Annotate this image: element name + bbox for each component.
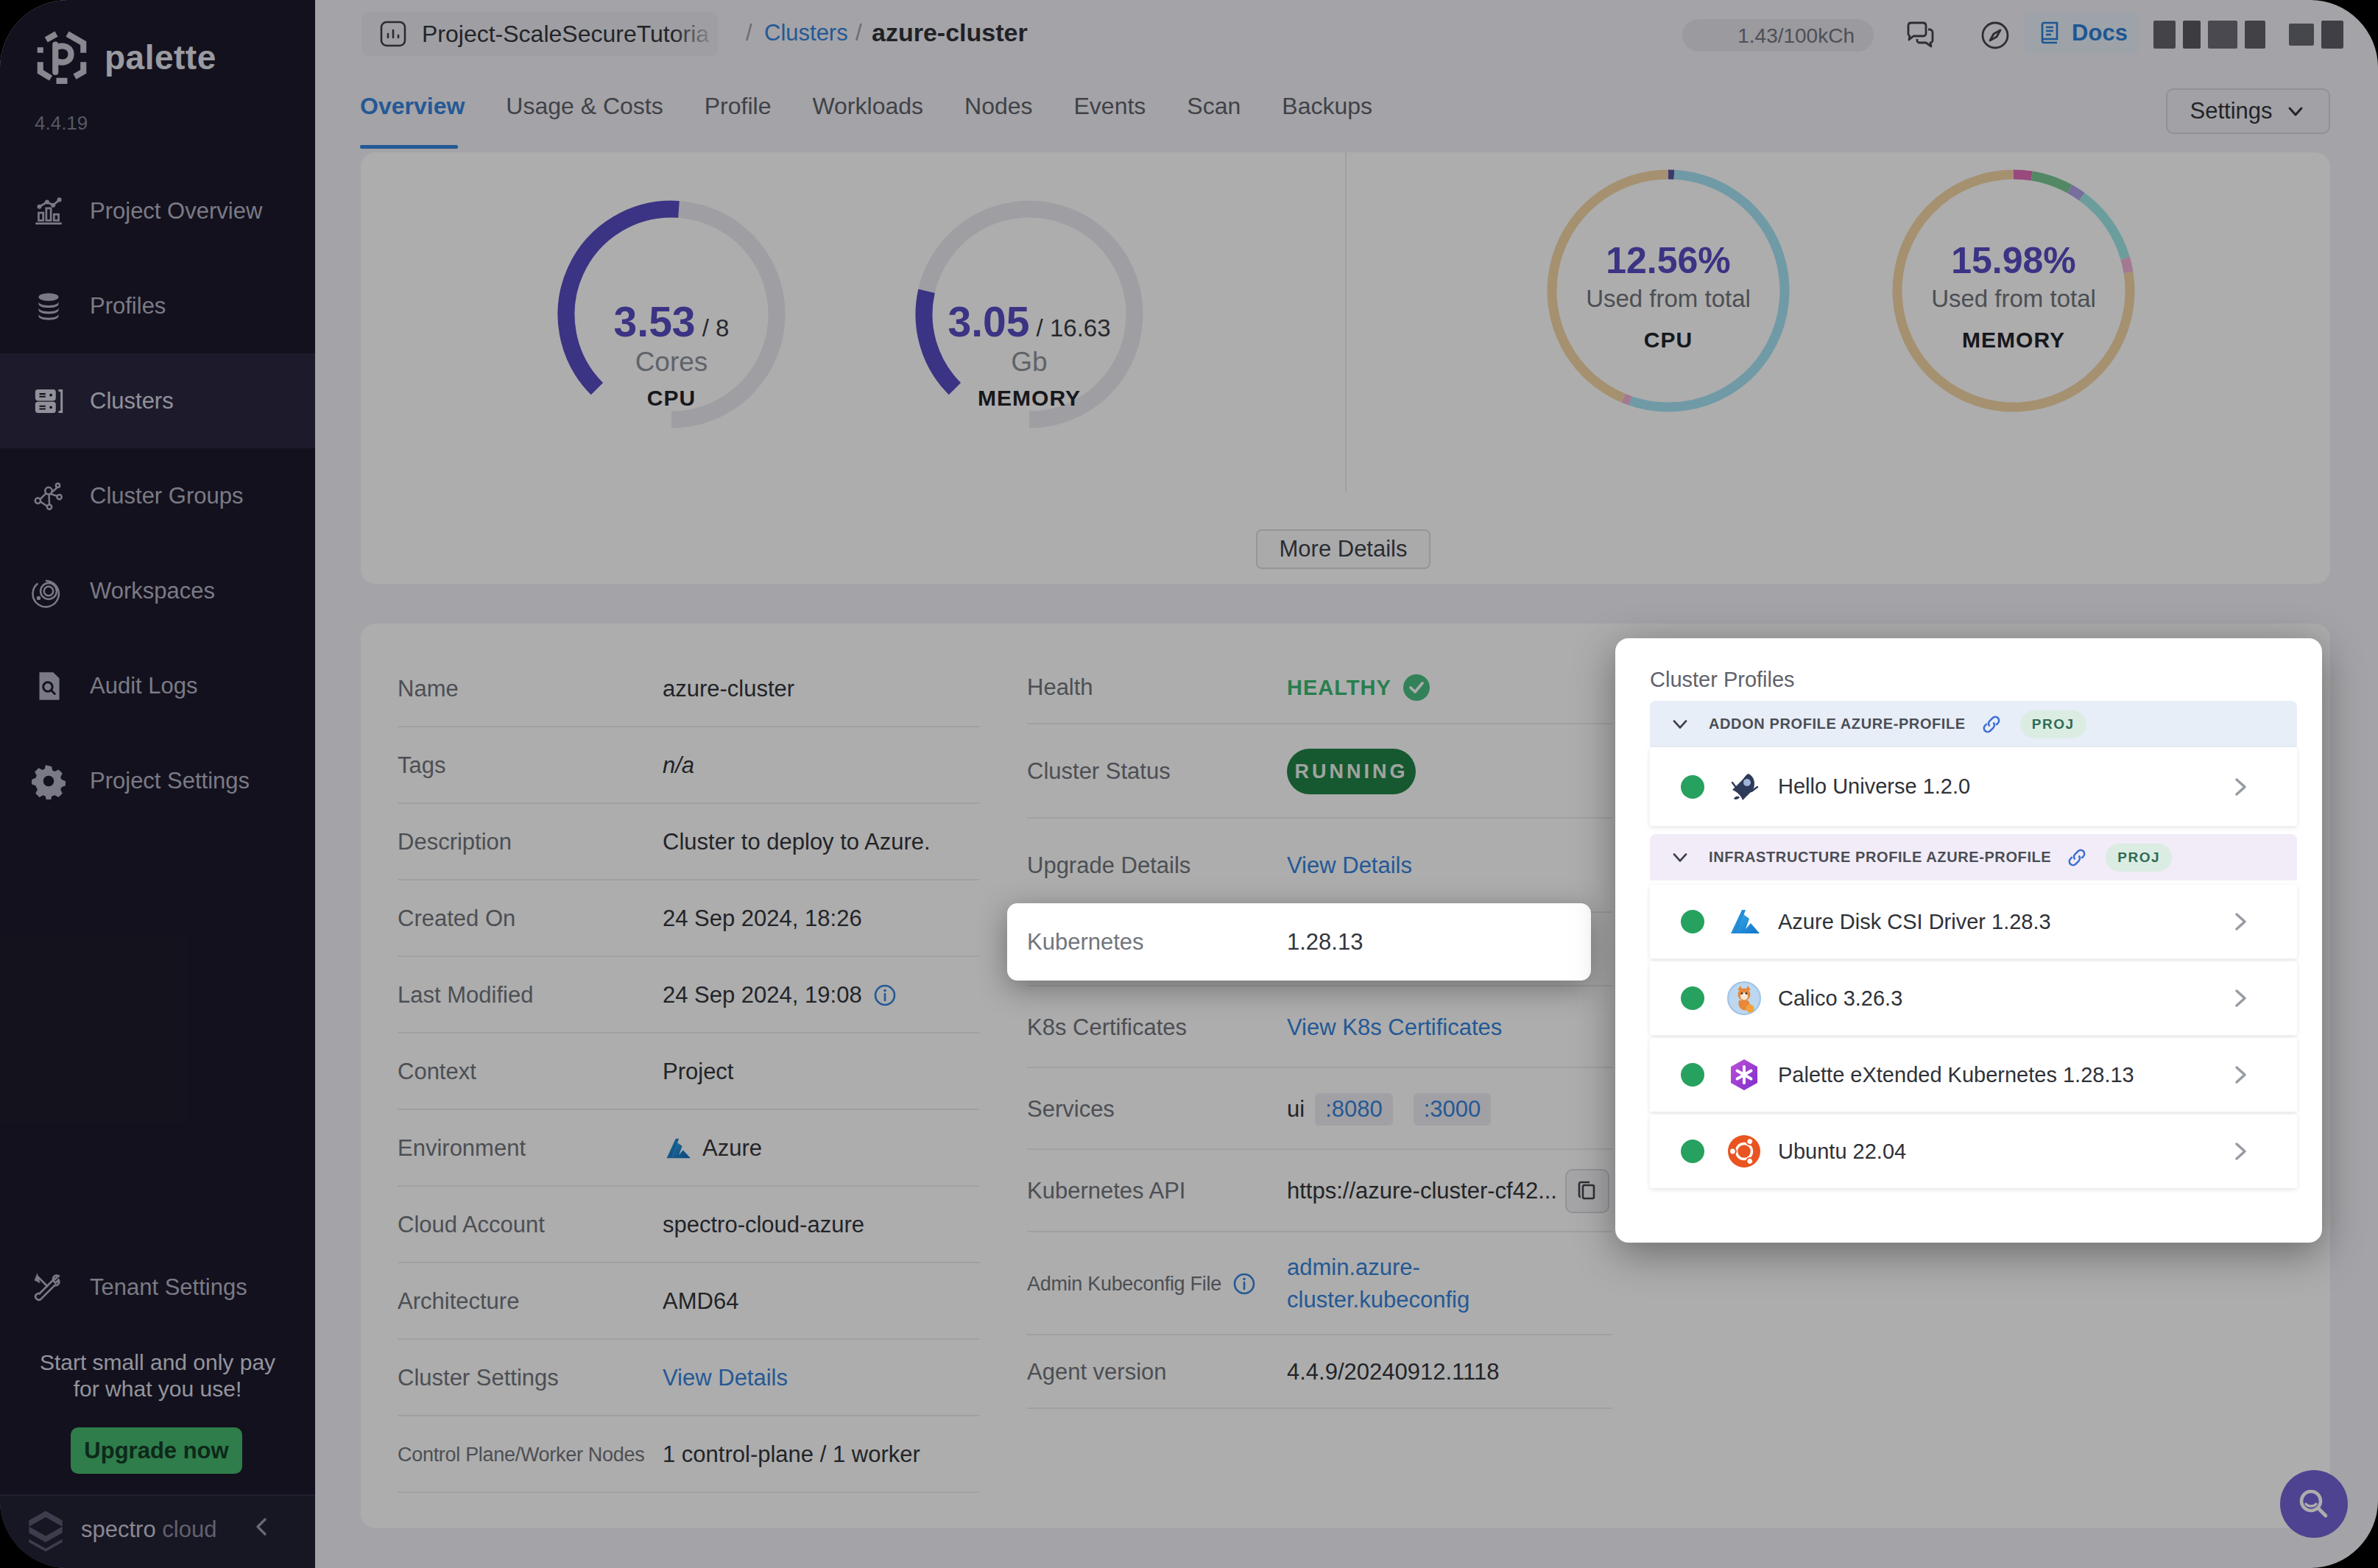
profile-layer-name: Calico 3.26.3 [1778, 986, 1902, 1011]
scope-badge: PROJ [2106, 844, 2172, 872]
chevron-right-icon [2229, 987, 2251, 1009]
profile-layer-name: Palette eXtended Kubernetes 1.28.13 [1778, 1063, 2134, 1087]
cluster-profiles-panel: Cluster Profiles ADDON PROFILE AZURE-PRO… [1615, 638, 2322, 1243]
profile-layer-name: Azure Disk CSI Driver 1.28.3 [1778, 910, 2051, 934]
profile-layer-name: Ubuntu 22.04 [1778, 1140, 1906, 1164]
profile-layer-palette-extended-kubernetes-1-28-13[interactable]: Palette eXtended Kubernetes 1.28.13 [1650, 1038, 2297, 1112]
kubernetes-version-spotlight[interactable]: Kubernetes 1.28.13 [1007, 903, 1591, 981]
chevron-down-icon[interactable] [1669, 713, 1691, 735]
chevron-down-icon[interactable] [1669, 847, 1691, 869]
chevron-right-icon [2229, 1140, 2251, 1162]
link-icon[interactable] [2066, 847, 2088, 869]
link-icon[interactable] [1980, 713, 2003, 735]
profile-group-name: INFRASTRUCTURE PROFILE AZURE-PROFILE [1709, 849, 2051, 866]
profile-layer-ubuntu-22-04[interactable]: Ubuntu 22.04 [1650, 1115, 2297, 1188]
scope-badge: PROJ [2020, 710, 2086, 738]
status-dot [1681, 775, 1704, 799]
palette-k8s-icon [1726, 1057, 1762, 1092]
hello-universe-icon [1726, 769, 1762, 805]
profile-layer-name: Hello Universe 1.2.0 [1778, 774, 1970, 799]
cluster-profiles-title: Cluster Profiles [1650, 668, 1795, 692]
chevron-right-icon [2229, 776, 2251, 798]
kubernetes-version-value: 1.28.13 [1287, 929, 1363, 956]
status-dot [1681, 1063, 1704, 1087]
chevron-right-icon [2229, 1064, 2251, 1086]
chevron-right-icon [2229, 911, 2251, 933]
profile-layer-azure-disk-csi-driver-1-28-3[interactable]: Azure Disk CSI Driver 1.28.3 [1650, 885, 2297, 958]
ubuntu-icon [1726, 1134, 1762, 1169]
profile-layer-hello-universe-1-2-0[interactable]: Hello Universe 1.2.0 [1650, 747, 2297, 826]
status-dot [1681, 986, 1704, 1010]
calico-icon [1726, 981, 1762, 1016]
profile-group-name: ADDON PROFILE AZURE-PROFILE [1709, 716, 1966, 732]
profile-group-header[interactable]: INFRASTRUCTURE PROFILE AZURE-PROFILE PROJ [1650, 834, 2297, 880]
kubernetes-label: Kubernetes [1027, 929, 1144, 956]
status-dot [1681, 1140, 1704, 1163]
azure-icon [1726, 904, 1762, 939]
status-dot [1681, 910, 1704, 933]
profile-layer-calico-3-26-3[interactable]: Calico 3.26.3 [1650, 961, 2297, 1035]
profile-group-header[interactable]: ADDON PROFILE AZURE-PROFILE PROJ [1650, 701, 2297, 747]
